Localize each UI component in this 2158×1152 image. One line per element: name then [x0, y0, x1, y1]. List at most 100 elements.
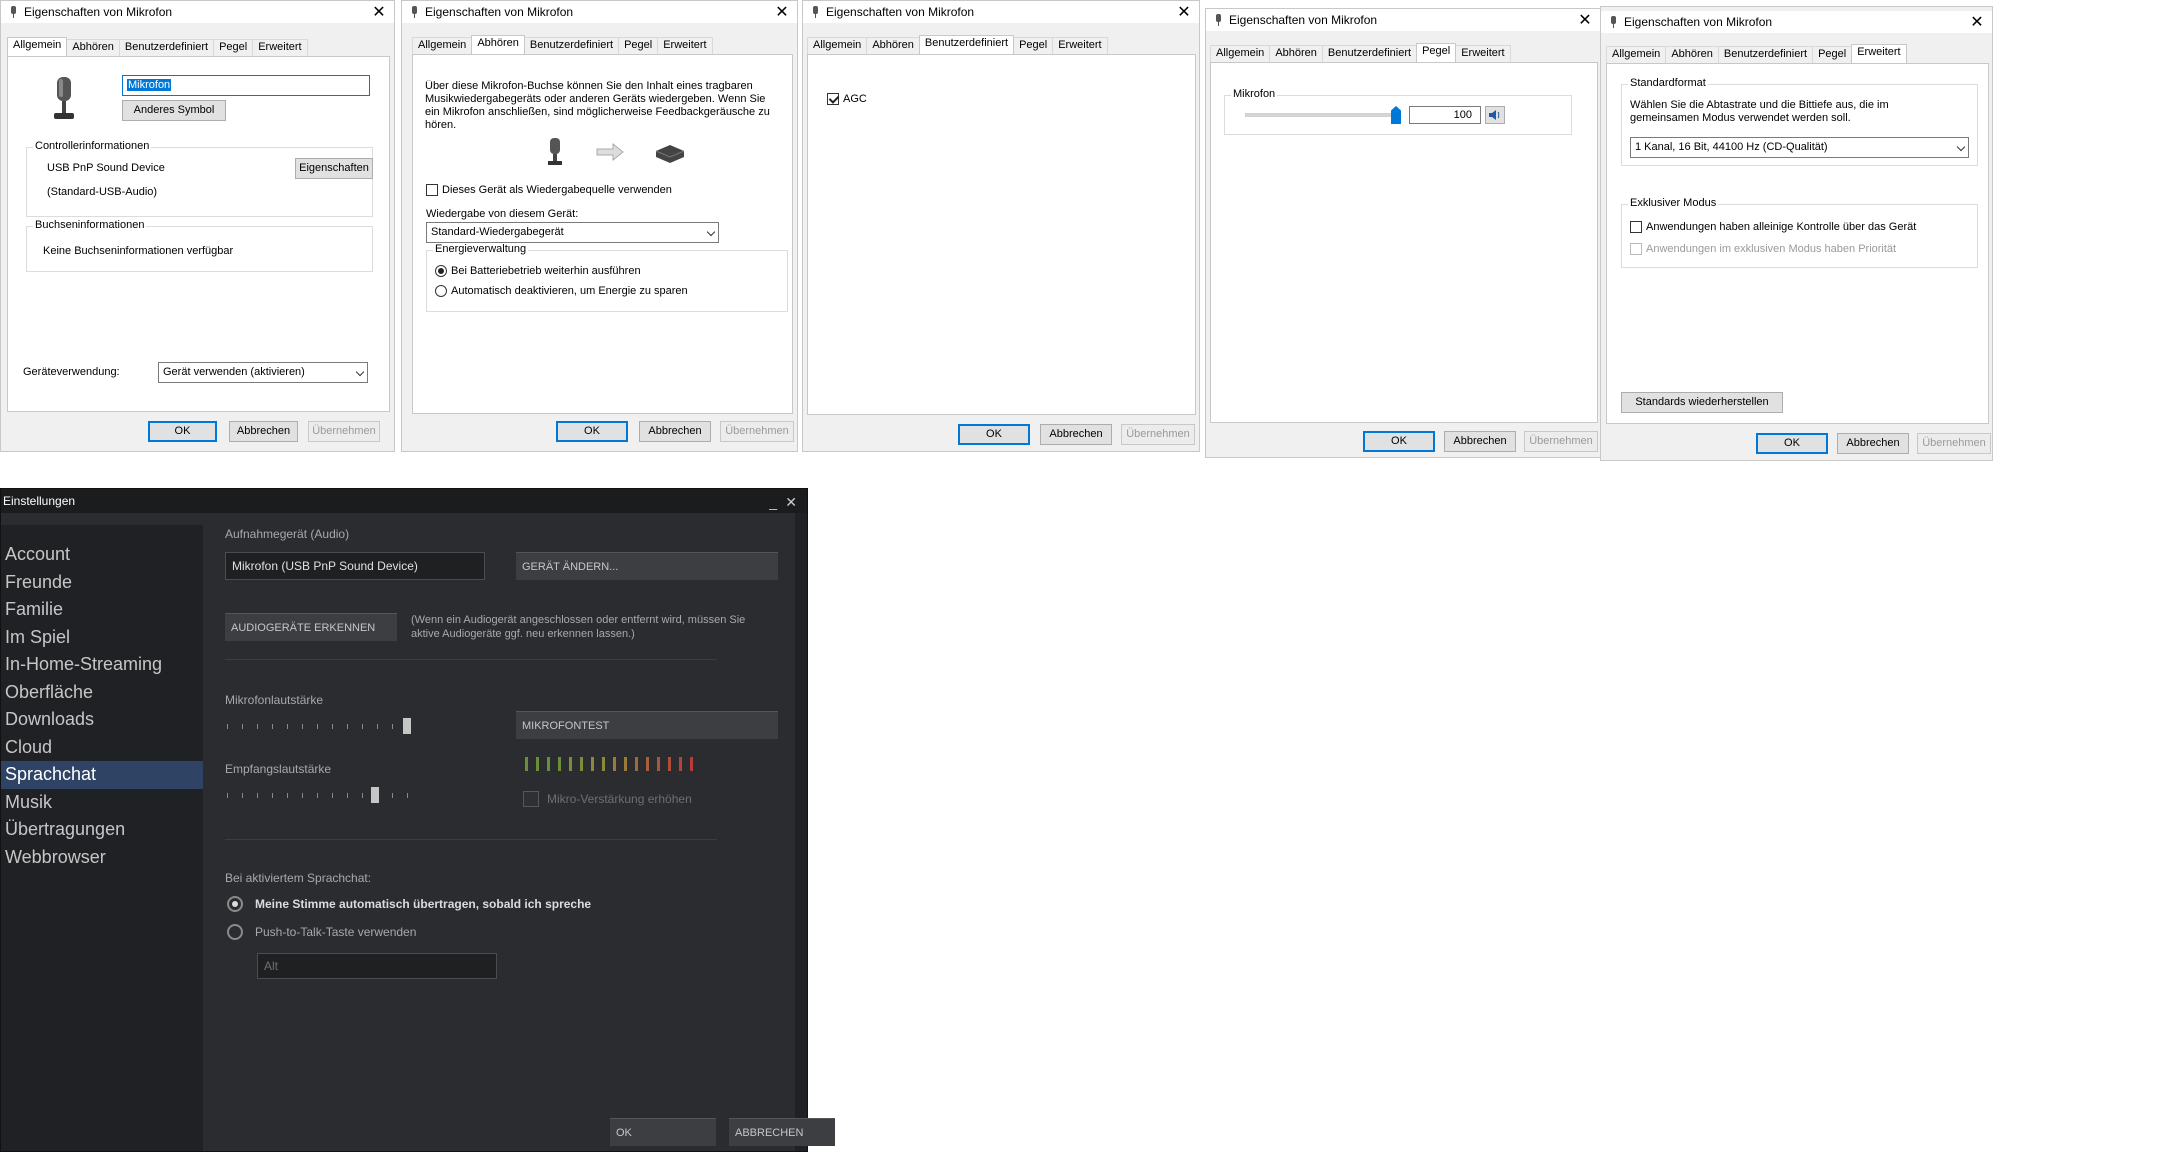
agc-checkbox[interactable] — [827, 93, 839, 105]
cancel-button[interactable]: Abbrechen — [229, 421, 298, 442]
nav-item-music[interactable]: Musik — [1, 789, 203, 817]
format-select[interactable]: 1 Kanal, 16 Bit, 44100 Hz (CD-Qualität) — [1630, 137, 1969, 158]
ok-button[interactable]: OK — [556, 421, 628, 442]
properties-button[interactable]: Eigenschaften — [295, 158, 373, 179]
scrollbar[interactable] — [795, 513, 807, 1151]
minimize-icon[interactable]: _ — [769, 490, 777, 514]
tab-abhoeren[interactable]: Abhören — [1665, 46, 1719, 63]
close-icon[interactable]: ✕ — [370, 2, 388, 22]
slider-tick — [347, 793, 348, 798]
apply-button[interactable]: Übernehmen — [1524, 431, 1598, 452]
apply-button[interactable]: Übernehmen — [308, 421, 380, 442]
ok-button[interactable]: OK — [958, 424, 1030, 445]
push-to-talk-key-field[interactable]: Alt — [257, 953, 497, 979]
dialog-levels: Eigenschaften von Mikrofon ✕ Allgemein A… — [1205, 8, 1601, 458]
power-radio-keep-running[interactable] — [435, 265, 447, 277]
nav-item-cloud[interactable]: Cloud — [1, 734, 203, 762]
nav-item-voice[interactable]: Sprachchat — [1, 761, 203, 789]
close-icon[interactable]: ✕ — [785, 490, 797, 514]
exclusive-priority-checkbox[interactable] — [1630, 243, 1642, 255]
close-icon[interactable]: ✕ — [773, 2, 791, 22]
mic-boost-checkbox[interactable] — [523, 791, 539, 807]
tab-allgemein[interactable]: Allgemein — [1210, 45, 1271, 62]
mic-volume-slider[interactable] — [227, 718, 411, 734]
restore-defaults-button[interactable]: Standards wiederherstellen — [1621, 392, 1783, 413]
ok-button[interactable]: OK — [1363, 431, 1435, 452]
close-icon[interactable]: ✕ — [1968, 12, 1986, 32]
nav-item-in-game[interactable]: Im Spiel — [1, 624, 203, 652]
tab-pegel[interactable]: Pegel — [1013, 37, 1054, 54]
power-radio-auto-disable[interactable] — [435, 285, 447, 297]
tab-allgemein[interactable]: Allgemein — [412, 37, 473, 54]
playback-select[interactable]: Standard-Wiedergabegerät — [426, 222, 719, 243]
tab-pegel[interactable]: Pegel — [618, 37, 659, 54]
level-slider-thumb[interactable] — [1391, 106, 1401, 124]
tab-erweitert[interactable]: Erweitert — [252, 39, 308, 56]
nav-item-web-browser[interactable]: Webbrowser — [1, 844, 203, 872]
steam-cancel-button[interactable]: ABBRECHEN — [729, 1118, 835, 1146]
tab-benutzerdefiniert[interactable]: Benutzerdefiniert — [1717, 46, 1814, 63]
tab-pegel[interactable]: Pegel — [213, 39, 254, 56]
tab-erweitert[interactable]: Erweitert — [657, 37, 713, 54]
nav-item-family[interactable]: Familie — [1, 596, 203, 624]
slider-thumb[interactable] — [370, 787, 379, 803]
tab-benutzerdefiniert[interactable]: Benutzerdefiniert — [918, 35, 1015, 54]
speaker-mute-button[interactable] — [1485, 106, 1505, 124]
change-device-button[interactable]: GERÄT ÄNDERN... — [516, 552, 778, 580]
tab-bar: Allgemein Abhören Benutzerdefiniert Pege… — [412, 35, 713, 54]
nav-item-friends[interactable]: Freunde — [1, 569, 203, 597]
tab-panel: Über diese Mikrofon-Buchse können Sie de… — [412, 54, 793, 414]
cancel-button[interactable]: Abbrechen — [1040, 424, 1112, 445]
nav-item-interface[interactable]: Oberfläche — [1, 679, 203, 707]
tab-allgemein[interactable]: Allgemein — [7, 37, 68, 56]
exclusive-control-checkbox[interactable] — [1630, 221, 1642, 233]
tab-abhoeren[interactable]: Abhören — [471, 35, 525, 54]
receive-volume-slider[interactable] — [227, 787, 408, 803]
tab-abhoeren[interactable]: Abhören — [66, 39, 120, 56]
separator — [225, 839, 717, 840]
ok-button[interactable]: OK — [148, 421, 217, 442]
level-slider-track[interactable] — [1245, 106, 1401, 124]
tab-benutzerdefiniert[interactable]: Benutzerdefiniert — [118, 39, 215, 56]
close-icon[interactable]: ✕ — [1576, 10, 1594, 30]
exclusive-priority-label: Anwendungen im exklusiven Modus haben Pr… — [1646, 243, 1897, 255]
push-to-talk-radio[interactable] — [227, 924, 243, 940]
slider-tick — [257, 793, 258, 798]
nav-item-streaming[interactable]: In-Home-Streaming — [1, 651, 203, 679]
change-icon-button[interactable]: Anderes Symbol — [122, 100, 226, 121]
tab-benutzerdefiniert[interactable]: Benutzerdefiniert — [523, 37, 620, 54]
listen-checkbox[interactable] — [426, 184, 438, 196]
level-value-input[interactable]: 100 — [1409, 106, 1481, 124]
meter-bar — [525, 757, 528, 771]
device-name-input[interactable]: Mikrofon — [122, 75, 370, 96]
nav-item-account[interactable]: Account — [1, 541, 203, 569]
nav-item-broadcasts[interactable]: Übertragungen — [1, 816, 203, 844]
auto-transmit-radio[interactable] — [227, 896, 243, 912]
tab-benutzerdefiniert[interactable]: Benutzerdefiniert — [1321, 45, 1418, 62]
tab-allgemein[interactable]: Allgemein — [1606, 46, 1667, 63]
tab-abhoeren[interactable]: Abhören — [866, 37, 920, 54]
usage-select[interactable]: Gerät verwenden (aktivieren) — [158, 362, 368, 383]
tab-erweitert[interactable]: Erweitert — [1851, 44, 1907, 63]
steam-ok-button[interactable]: OK — [610, 1118, 716, 1146]
detect-audio-devices-button[interactable]: AUDIOGERÄTE ERKENNEN — [225, 613, 397, 641]
tab-erweitert[interactable]: Erweitert — [1052, 37, 1108, 54]
tab-allgemein[interactable]: Allgemein — [807, 37, 868, 54]
mic-test-button[interactable]: MIKROFONTEST — [516, 711, 778, 739]
tab-pegel[interactable]: Pegel — [1416, 43, 1457, 62]
cancel-button[interactable]: Abbrechen — [639, 421, 711, 442]
apply-button[interactable]: Übernehmen — [1121, 424, 1195, 445]
microphone-icon — [9, 6, 18, 18]
ok-button[interactable]: OK — [1756, 433, 1828, 454]
tab-erweitert[interactable]: Erweitert — [1455, 45, 1511, 62]
nav-item-downloads[interactable]: Downloads — [1, 706, 203, 734]
close-icon[interactable]: ✕ — [1175, 2, 1193, 22]
cancel-button[interactable]: Abbrechen — [1444, 431, 1516, 452]
tab-abhoeren[interactable]: Abhören — [1269, 45, 1323, 62]
cancel-button[interactable]: Abbrechen — [1837, 433, 1909, 454]
slider-tick — [257, 724, 258, 729]
slider-thumb[interactable] — [403, 718, 411, 734]
tab-pegel[interactable]: Pegel — [1812, 46, 1853, 63]
apply-button[interactable]: Übernehmen — [720, 421, 794, 442]
apply-button[interactable]: Übernehmen — [1917, 433, 1991, 454]
